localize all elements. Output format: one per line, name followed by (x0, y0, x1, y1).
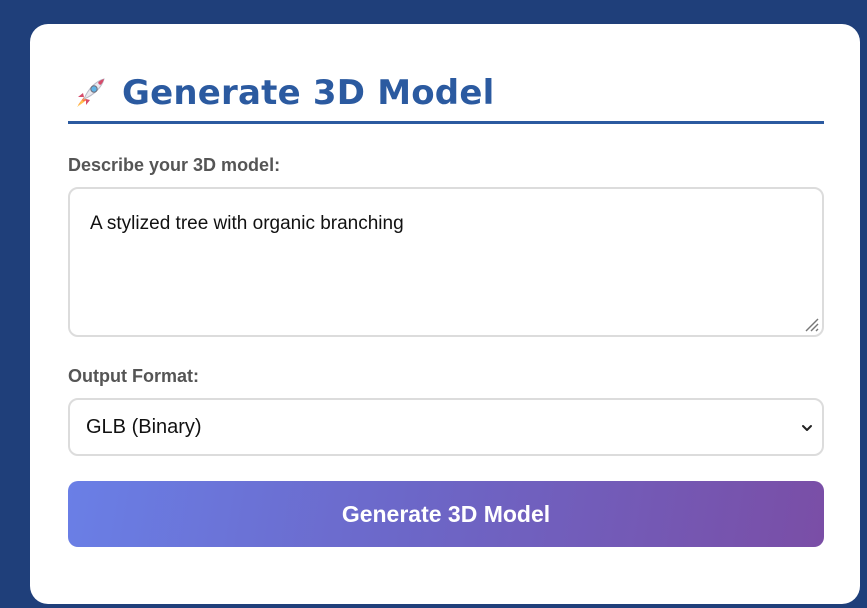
generate-model-card: Generate 3D Model Describe your 3D model… (30, 24, 860, 604)
resize-handle-icon[interactable] (802, 315, 820, 333)
page-title: Generate 3D Model (122, 72, 495, 113)
format-select[interactable]: GLB (Binary) (68, 398, 824, 456)
format-label: Output Format: (68, 366, 199, 386)
description-text: A stylized tree with organic branching (90, 213, 404, 234)
chevron-down-icon (800, 420, 814, 434)
rocket-icon (68, 71, 112, 115)
format-selected-value: GLB (Binary) (86, 416, 202, 438)
description-textarea[interactable]: A stylized tree with organic branching (68, 187, 824, 337)
generate-button[interactable]: Generate 3D Model (68, 481, 824, 547)
card-header: Generate 3D Model (68, 64, 824, 124)
description-label: Describe your 3D model: (68, 155, 281, 175)
